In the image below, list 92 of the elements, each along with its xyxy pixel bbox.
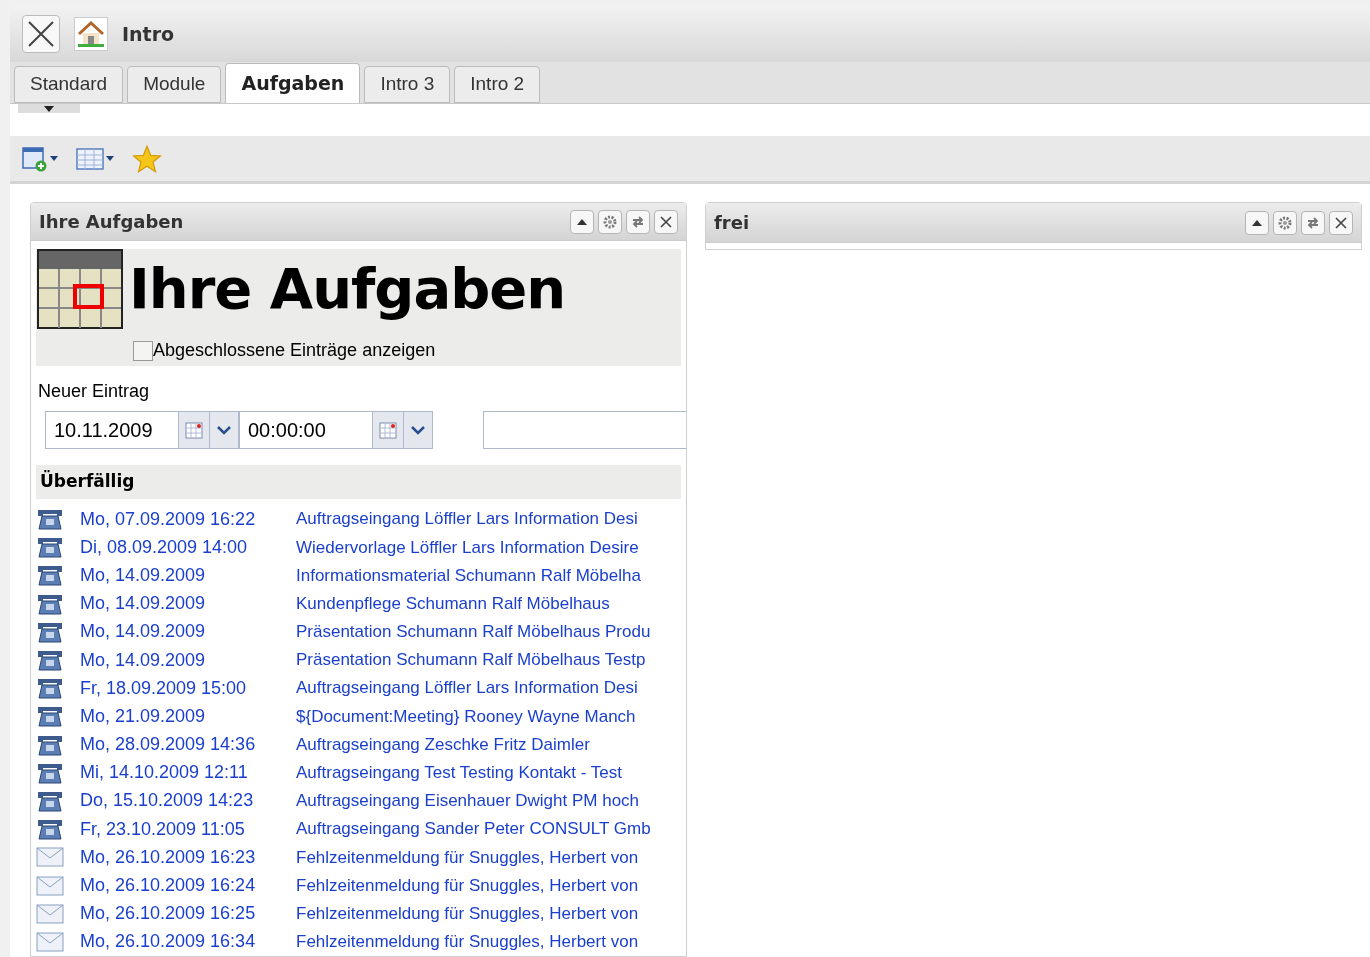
refresh-button[interactable] bbox=[1301, 210, 1325, 235]
task-title-link[interactable]: Präsentation Schumann Ralf Möbelhaus Produ bbox=[296, 619, 651, 645]
telephone-icon bbox=[36, 535, 64, 560]
panel-title: frei bbox=[714, 211, 750, 235]
task-date-link[interactable]: Mo, 14.09.2009 bbox=[80, 561, 296, 589]
section-title: Überfällig bbox=[40, 469, 135, 494]
task-title-link[interactable]: Präsentation Schumann Ralf Möbelhaus Testp bbox=[296, 647, 646, 673]
caret-icon bbox=[106, 156, 114, 161]
task-date-link[interactable]: Mo, 26.10.2009 16:25 bbox=[80, 900, 296, 928]
task-title-link[interactable]: Fehlzeitenmeldung für Snuggles, Herbert von bbox=[296, 900, 639, 927]
chevron-down-icon bbox=[411, 425, 425, 435]
collapse-button[interactable] bbox=[1245, 210, 1269, 235]
telephone-icon bbox=[36, 648, 64, 673]
date-field[interactable]: 10.11.2009 bbox=[45, 411, 179, 449]
swap-arrows-icon bbox=[1306, 215, 1320, 230]
task-title-link[interactable]: Auftragseingang Löffler Lars Information Desi bbox=[296, 675, 638, 701]
task-title-link[interactable]: Wiedervorlage Löffler Lars Information Desire bbox=[296, 534, 639, 561]
close-icon bbox=[1335, 216, 1347, 229]
refresh-button[interactable] bbox=[626, 209, 650, 234]
close-button[interactable] bbox=[1329, 210, 1353, 235]
caret-icon bbox=[50, 156, 58, 161]
house-icon bbox=[77, 21, 105, 47]
dropdown-button[interactable] bbox=[403, 411, 433, 449]
task-date-link[interactable]: Di, 08.09.2009 14:00 bbox=[80, 533, 296, 561]
checkbox-label: Abgeschlossene Einträge anzeigen bbox=[153, 339, 436, 362]
calendar-icon bbox=[37, 249, 123, 329]
text-field[interactable] bbox=[483, 411, 686, 449]
dropdown-button[interactable] bbox=[209, 411, 239, 449]
task-title-link[interactable]: Auftragseingang Sander Peter CONSULT Gmb bbox=[296, 816, 651, 842]
task-title-link[interactable]: Fehlzeitenmeldung für Snuggles, Herbert von bbox=[296, 929, 639, 955]
telephone-icon bbox=[36, 563, 64, 588]
task-date-link[interactable]: Mo, 28.09.2009 14:36 bbox=[80, 731, 296, 759]
task-title-link[interactable]: Fehlzeitenmeldung für Snuggles, Herbert von bbox=[296, 872, 639, 899]
window-title: Intro bbox=[122, 21, 175, 47]
task-date-link[interactable]: Mo, 14.09.2009 bbox=[80, 646, 296, 674]
envelope-icon bbox=[36, 875, 64, 896]
task-title-link[interactable]: Informationsmaterial Schumann Ralf Möbelha bbox=[296, 562, 641, 589]
telephone-icon bbox=[36, 704, 64, 729]
task-title-link[interactable]: ${Document:Meeting} Rooney Wayne Manch bbox=[296, 703, 636, 730]
checkbox[interactable] bbox=[133, 340, 153, 361]
chevron-down-icon bbox=[217, 425, 231, 435]
settings-button[interactable] bbox=[1273, 210, 1297, 235]
window-add-icon bbox=[22, 145, 48, 172]
task-date-link[interactable]: Mo, 26.10.2009 16:24 bbox=[80, 872, 296, 900]
close-button[interactable] bbox=[22, 15, 60, 53]
telephone-icon bbox=[36, 507, 64, 532]
envelope-icon bbox=[36, 903, 64, 924]
task-date-link[interactable]: Mo, 26.10.2009 16:34 bbox=[80, 928, 296, 956]
tab[interactable]: Standard bbox=[14, 66, 124, 103]
task-title-link[interactable]: Fehlzeitenmeldung für Snuggles, Herbert von bbox=[296, 844, 639, 871]
telephone-icon bbox=[36, 676, 64, 701]
add-layout-button[interactable] bbox=[22, 145, 58, 172]
up-triangle-icon bbox=[1252, 218, 1262, 227]
tab[interactable]: Intro 2 bbox=[454, 66, 541, 103]
tab[interactable]: Aufgaben bbox=[225, 63, 361, 103]
calendar-icon bbox=[379, 421, 397, 439]
table-icon bbox=[76, 147, 104, 170]
calendar-icon bbox=[185, 421, 203, 439]
star-icon bbox=[132, 144, 162, 173]
time-field[interactable]: 00:00:00 bbox=[239, 411, 373, 449]
tab[interactable]: Module bbox=[127, 66, 222, 103]
field-label: Neuer Eintrag bbox=[38, 380, 151, 403]
task-title-link[interactable]: Auftragseingang Zeschke Fritz Daimler bbox=[296, 731, 590, 758]
gear-icon bbox=[1278, 215, 1292, 230]
swap-arrows-icon bbox=[631, 214, 645, 229]
task-date-link[interactable]: Mo, 14.09.2009 bbox=[80, 590, 296, 618]
tab[interactable]: Intro 3 bbox=[364, 66, 451, 103]
settings-button[interactable] bbox=[598, 209, 622, 234]
task-date-link[interactable]: Do, 15.10.2009 14:23 bbox=[80, 787, 296, 815]
collapse-button[interactable] bbox=[570, 209, 594, 234]
panel-title: Ihre Aufgaben bbox=[39, 210, 184, 234]
task-date-link[interactable]: Fr, 23.10.2009 11:05 bbox=[80, 815, 296, 843]
task-date-link[interactable]: Mo, 07.09.2009 16:22 bbox=[80, 505, 296, 533]
close-button[interactable] bbox=[654, 209, 678, 234]
task-title-link[interactable]: Auftragseingang Eisenhauer Dwight PM hoch bbox=[296, 788, 640, 814]
up-triangle-icon bbox=[577, 217, 587, 226]
envelope-icon bbox=[36, 847, 64, 868]
table-view-button[interactable] bbox=[76, 147, 114, 170]
task-date-link[interactable]: Mo, 14.09.2009 bbox=[80, 618, 296, 646]
telephone-icon bbox=[36, 817, 64, 842]
task-title-link[interactable]: Kundenpflege Schumann Ralf Möbelhaus bbox=[296, 590, 610, 617]
gear-icon bbox=[603, 214, 617, 229]
task-date-link[interactable]: Mi, 14.10.2009 12:11 bbox=[80, 759, 296, 787]
envelope-icon bbox=[36, 931, 64, 952]
close-icon bbox=[660, 215, 672, 228]
task-title-link[interactable]: Auftragseingang Löffler Lars Information Desi bbox=[296, 506, 638, 532]
task-date-link[interactable]: Mo, 21.09.2009 bbox=[80, 702, 296, 730]
task-date-link[interactable]: Fr, 18.09.2009 15:00 bbox=[80, 674, 296, 702]
collapse-toggle[interactable] bbox=[18, 104, 80, 113]
close-icon bbox=[27, 20, 55, 48]
task-title-link[interactable]: Auftragseingang Test Testing Kontakt - Test bbox=[296, 760, 623, 786]
task-date-link[interactable]: Mo, 26.10.2009 16:23 bbox=[80, 843, 296, 871]
